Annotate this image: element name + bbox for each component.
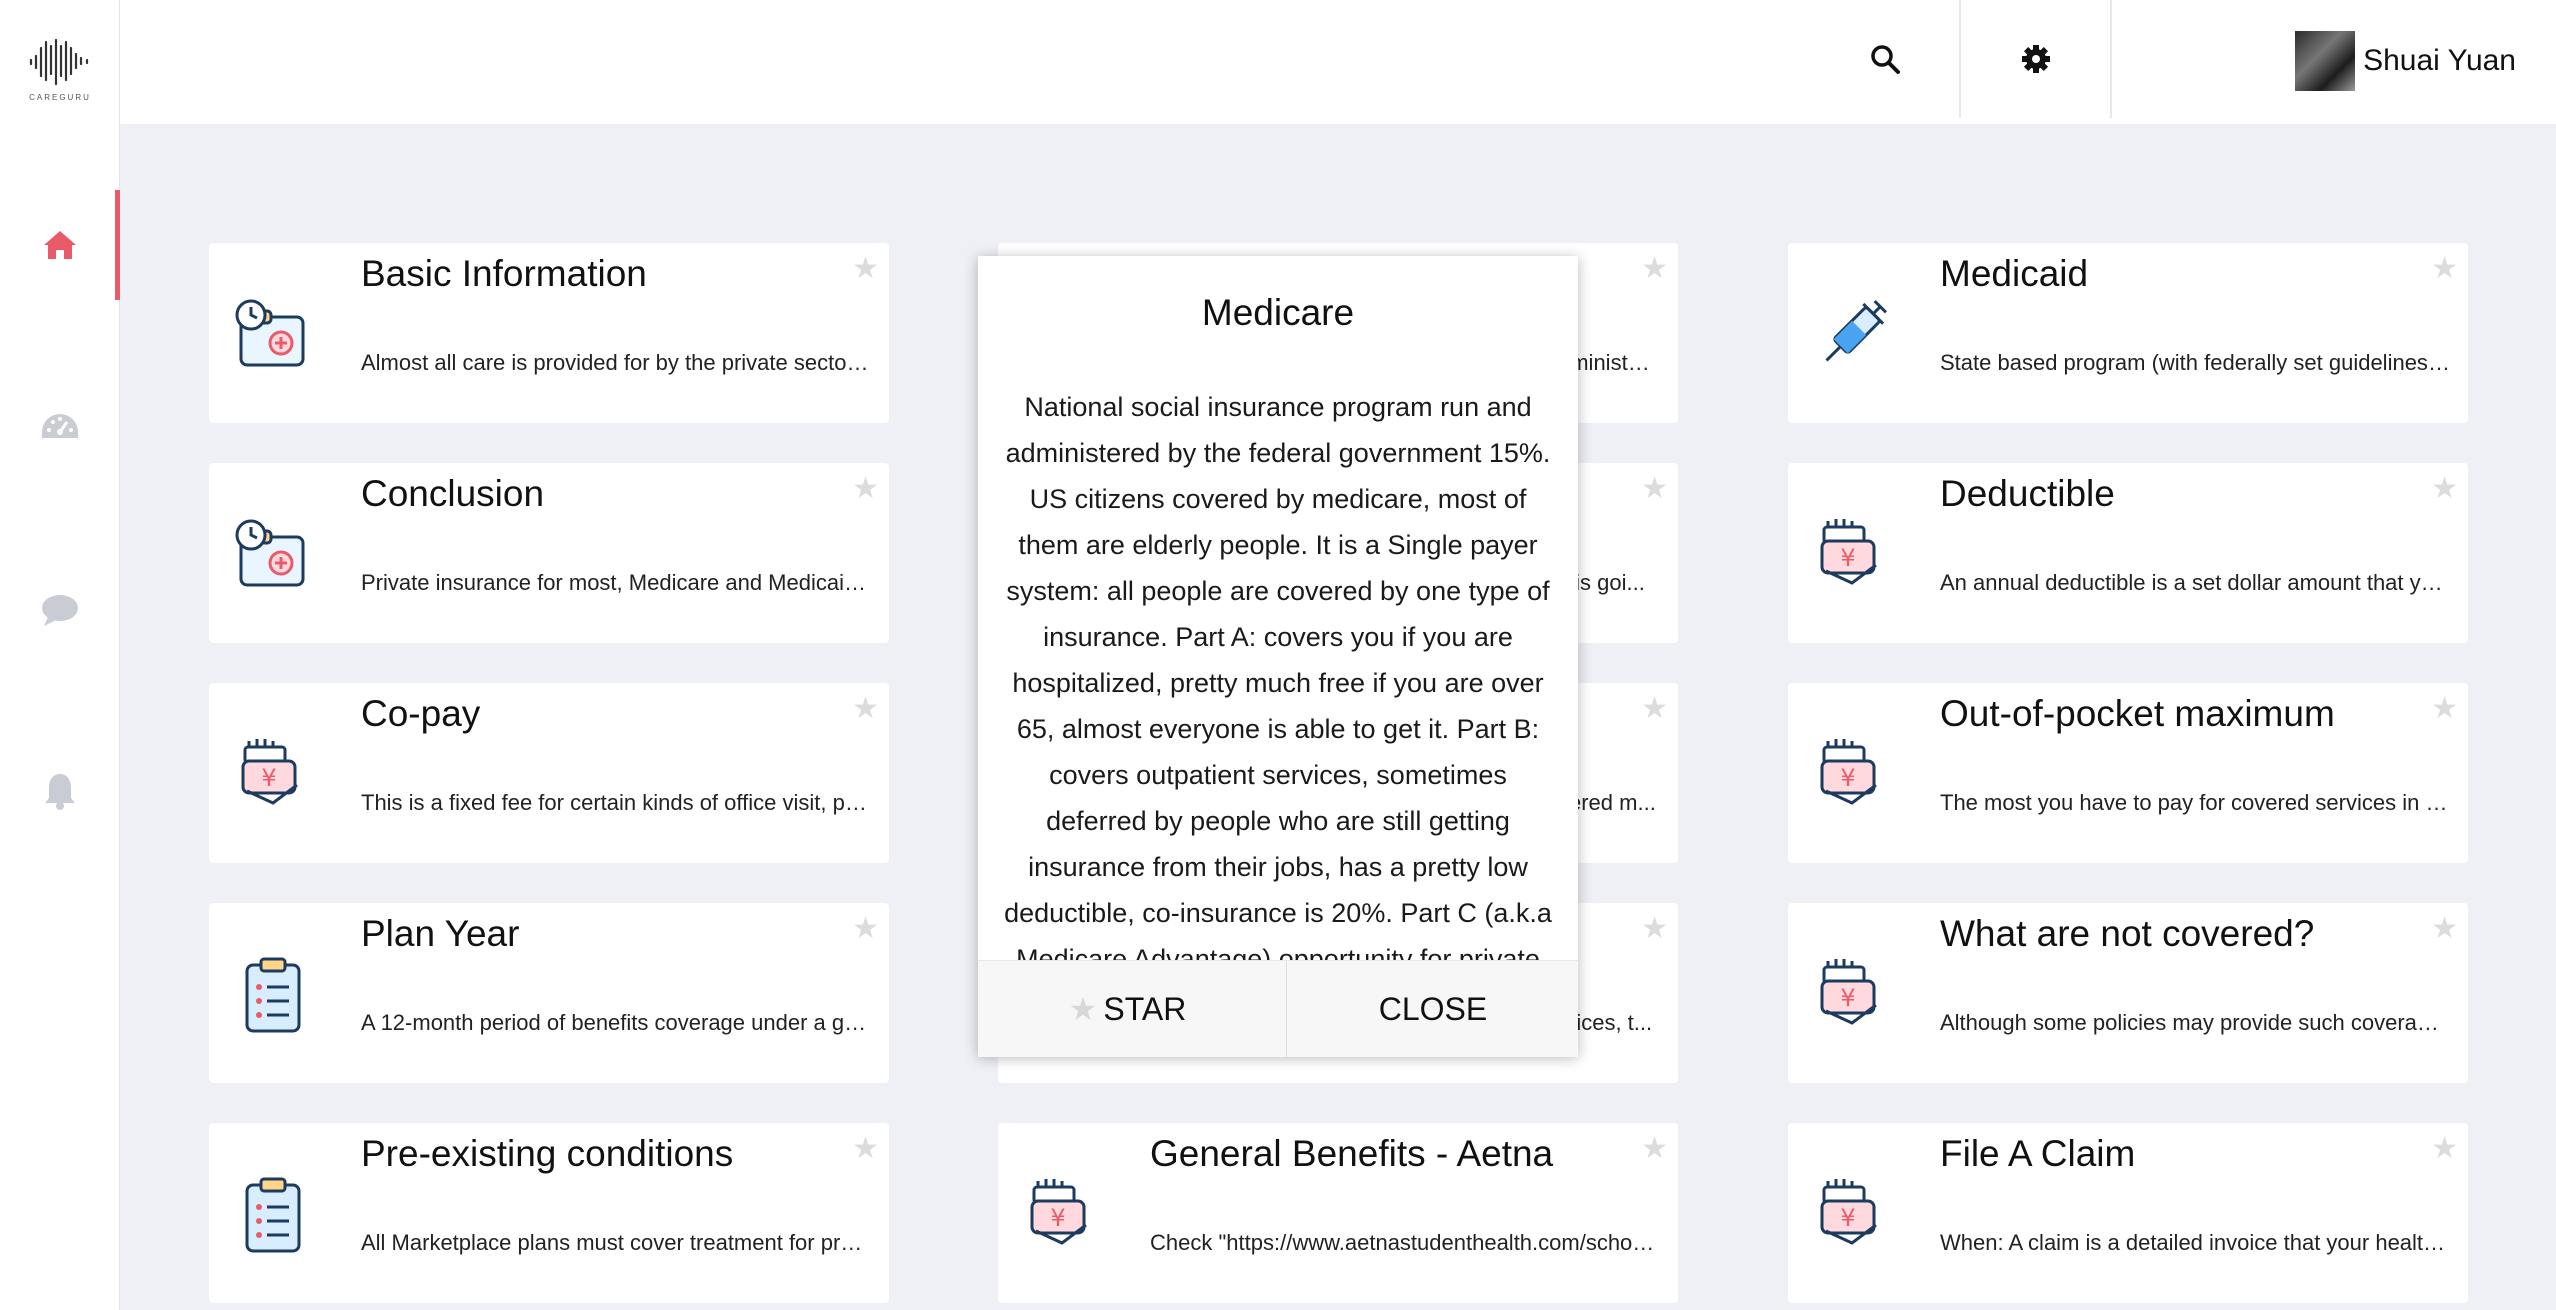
syringe-icon <box>1812 291 1892 379</box>
star-icon[interactable]: ★ <box>852 251 879 286</box>
card-title: Medicaid <box>1940 253 2089 294</box>
svg-text:¥: ¥ <box>1050 1204 1065 1232</box>
card-description: Almost all care is provided for by the p… <box>361 350 871 375</box>
card-description: Private insurance for most, Medicare and… <box>361 570 871 595</box>
calendar-folder-icon <box>233 291 313 379</box>
star-icon[interactable]: ★ <box>2431 691 2458 726</box>
card-title: Deductible <box>1940 473 2115 514</box>
card-description: Although some policies may provide such … <box>1940 1010 2450 1035</box>
card-title: Out-of-pocket maximum <box>1940 693 2335 734</box>
card-description: A 12-month period of benefits coverage u… <box>361 1010 871 1035</box>
star-icon[interactable]: ★ <box>2431 471 2458 506</box>
sidebar-item-chat[interactable] <box>0 555 119 665</box>
svg-text:¥: ¥ <box>1840 984 1855 1012</box>
modal-footer: ★ STAR CLOSE <box>978 960 1578 1057</box>
modal-body-text[interactable]: National social insurance program run an… <box>1000 384 1556 960</box>
svg-text:¥: ¥ <box>1840 764 1855 792</box>
card-description: Check "https://www.aetnastudenthealth.co… <box>1150 1230 1660 1255</box>
card-description: An annual deductible is a set dollar amo… <box>1940 570 2450 595</box>
card-title: Plan Year <box>361 913 520 954</box>
star-icon[interactable]: ★ <box>1641 471 1668 506</box>
close-button[interactable]: CLOSE <box>1288 961 1578 1057</box>
star-icon[interactable]: ★ <box>852 911 879 946</box>
card-title: Basic Information <box>361 253 647 294</box>
card-basic-information[interactable]: Basic Information Almost all care is pro… <box>209 243 889 423</box>
home-icon <box>43 231 76 259</box>
card-title: Co-pay <box>361 693 481 734</box>
user-name: Shuai Yuan <box>2363 44 2516 77</box>
card-description: This is a fixed fee for certain kinds of… <box>361 790 871 815</box>
card-out-of-pocket-maximum[interactable]: ¥ Out-of-pocket maximum The most you hav… <box>1788 683 2468 863</box>
card-title: General Benefits - Aetna <box>1150 1133 1554 1174</box>
card-description: The most you have to pay for covered ser… <box>1940 790 2450 815</box>
star-button-label: STAR <box>1103 990 1187 1027</box>
star-icon[interactable]: ★ <box>2431 911 2458 946</box>
card-title: File A Claim <box>1940 1133 2136 1174</box>
clipboard-icon <box>233 1171 313 1259</box>
top-header: Shuai Yuan <box>120 0 2556 124</box>
header-separator <box>2110 0 2112 118</box>
star-icon[interactable]: ★ <box>2431 1131 2458 1166</box>
card-description: State based program (with federally set … <box>1940 350 2450 375</box>
card-general-benefits-aetna[interactable]: ¥ General Benefits - Aetna Check "https:… <box>998 1123 1678 1303</box>
card-pre-existing-conditions[interactable]: Pre-existing conditions All Marketplace … <box>209 1123 889 1303</box>
svg-text:¥: ¥ <box>1840 1204 1855 1232</box>
svg-text:¥: ¥ <box>1840 544 1855 572</box>
gear-icon <box>2022 45 2050 73</box>
star-icon[interactable]: ★ <box>852 691 879 726</box>
logo-waveform-icon <box>29 38 89 86</box>
svg-text:¥: ¥ <box>261 764 276 792</box>
search-button[interactable] <box>1810 0 1960 118</box>
close-button-label: CLOSE <box>1378 990 1488 1027</box>
card-title: Conclusion <box>361 473 545 514</box>
card-description: When: A claim is a detailed invoice that… <box>1940 1230 2450 1255</box>
search-icon <box>1871 45 1900 74</box>
yen-hand-icon: ¥ <box>1812 951 1892 1039</box>
calendar-folder-icon <box>233 511 313 599</box>
avatar <box>2295 31 2356 91</box>
card-title: What are not covered? <box>1940 913 2315 954</box>
star-icon[interactable]: ★ <box>1641 251 1668 286</box>
yen-hand-icon: ¥ <box>1812 1171 1892 1259</box>
app-logo[interactable]: CAREGURU <box>27 38 93 102</box>
star-icon[interactable]: ★ <box>1641 911 1668 946</box>
star-button[interactable]: ★ STAR <box>978 961 1277 1057</box>
sidebar-item-notifications[interactable] <box>0 736 119 846</box>
chat-icon <box>41 595 78 626</box>
modal-button-divider <box>1286 961 1287 1057</box>
clipboard-icon <box>233 951 313 1039</box>
sidebar: CAREGURU <box>0 0 120 1310</box>
star-icon[interactable]: ★ <box>1641 691 1668 726</box>
card-medicaid[interactable]: Medicaid State based program (with feder… <box>1788 243 2468 423</box>
medicare-detail-modal: Medicare National social insurance progr… <box>978 256 1578 1057</box>
star-icon[interactable]: ★ <box>852 471 879 506</box>
modal-title: Medicare <box>1201 292 1355 333</box>
yen-hand-icon: ¥ <box>1022 1171 1102 1259</box>
card-title: Pre-existing conditions <box>361 1133 734 1174</box>
card-conclusion[interactable]: Conclusion Private insurance for most, M… <box>209 463 889 643</box>
sidebar-item-dashboard[interactable] <box>0 373 119 483</box>
card-co-pay[interactable]: ¥ Co-pay This is a fixed fee for certain… <box>209 683 889 863</box>
star-icon: ★ <box>1068 991 1098 1027</box>
star-icon[interactable]: ★ <box>852 1131 879 1166</box>
sidebar-item-home[interactable] <box>0 190 120 300</box>
card-file-a-claim[interactable]: ¥ File A Claim When: A claim is a detail… <box>1788 1123 2468 1303</box>
card-plan-year[interactable]: Plan Year A 12-month period of benefits … <box>209 903 889 1083</box>
user-menu[interactable]: Shuai Yuan <box>2295 31 2516 91</box>
dashboard-icon <box>41 414 78 438</box>
settings-button[interactable] <box>1961 0 2111 118</box>
card-deductible[interactable]: ¥ Deductible An annual deductible is a s… <box>1788 463 2468 643</box>
card-what-are-not-covered[interactable]: ¥ What are not covered? Although some po… <box>1788 903 2468 1083</box>
yen-hand-icon: ¥ <box>233 731 313 819</box>
card-description: All Marketplace plans must cover treatme… <box>361 1230 871 1255</box>
bell-icon <box>44 774 75 810</box>
star-icon[interactable]: ★ <box>2431 251 2458 286</box>
yen-hand-icon: ¥ <box>1812 511 1892 599</box>
yen-hand-icon: ¥ <box>1812 731 1892 819</box>
star-icon[interactable]: ★ <box>1641 1131 1668 1166</box>
logo-text: CAREGURU <box>29 93 91 102</box>
